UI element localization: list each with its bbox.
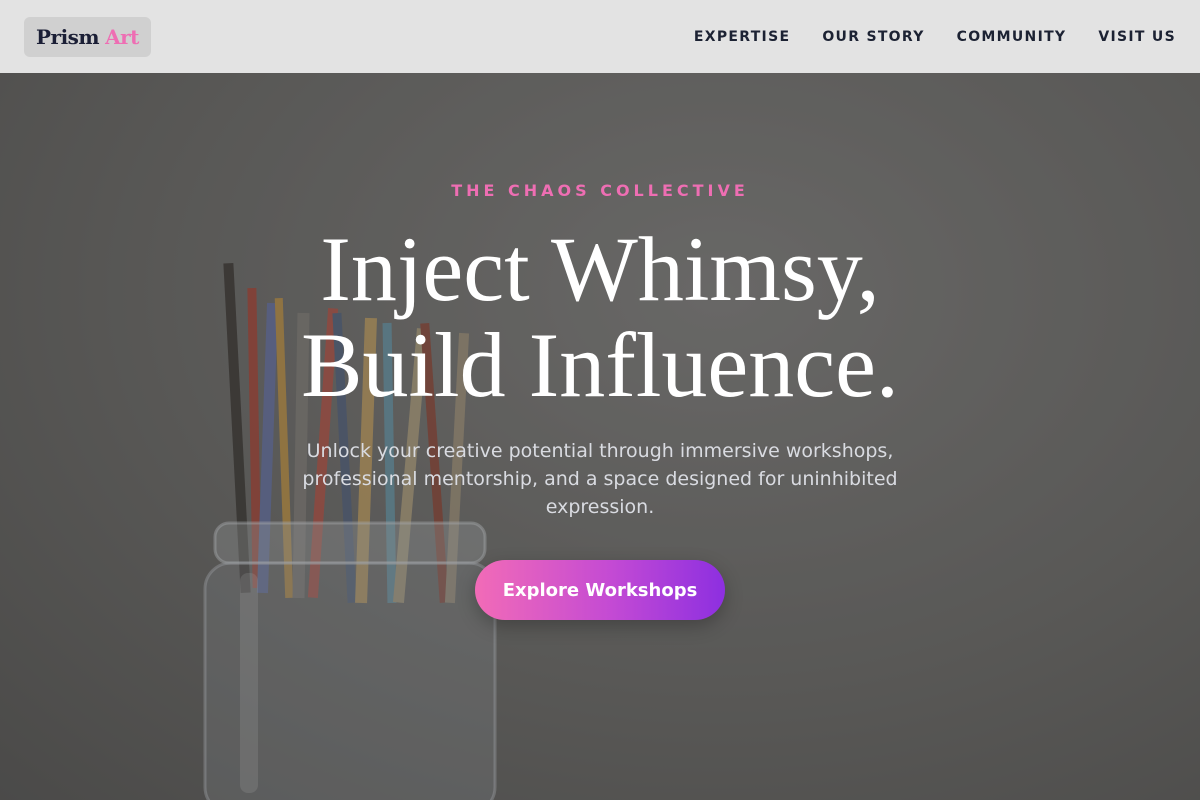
explore-workshops-button[interactable]: Explore Workshops: [475, 560, 725, 620]
site-header: Prism Art EXPERTISE OUR STORY COMMUNITY …: [0, 0, 1200, 73]
logo-primary-text: Prism: [36, 24, 100, 49]
nav-link-expertise[interactable]: EXPERTISE: [694, 29, 790, 45]
logo-accent-text: Art: [105, 24, 139, 49]
nav-link-visit-us[interactable]: VISIT US: [1098, 29, 1176, 45]
hero-headline: Inject Whimsy, Build Influence.: [0, 221, 1200, 413]
hero-headline-line-1: Inject Whimsy,: [320, 218, 880, 320]
nav-link-our-story[interactable]: OUR STORY: [822, 29, 924, 45]
logo[interactable]: Prism Art: [24, 16, 151, 57]
nav-link-community[interactable]: COMMUNITY: [957, 29, 1067, 45]
hero-headline-line-2: Build Influence.: [301, 314, 899, 416]
hero-section: THE CHAOS COLLECTIVE Inject Whimsy, Buil…: [0, 73, 1200, 800]
main-nav: EXPERTISE OUR STORY COMMUNITY VISIT US: [694, 29, 1176, 45]
hero-eyebrow: THE CHAOS COLLECTIVE: [451, 181, 749, 200]
hero-subtext: Unlock your creative potential through i…: [302, 440, 898, 518]
